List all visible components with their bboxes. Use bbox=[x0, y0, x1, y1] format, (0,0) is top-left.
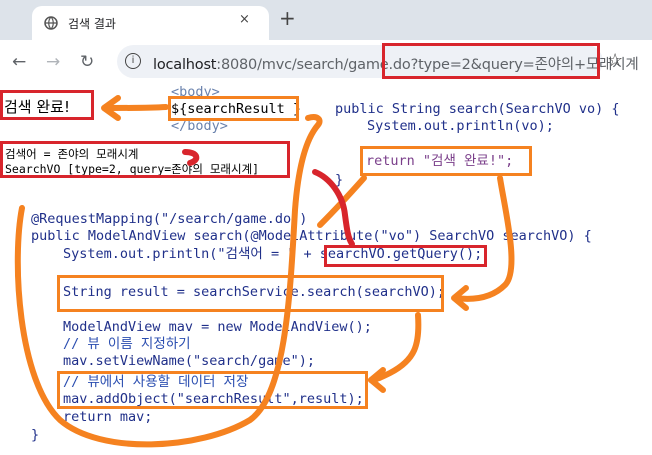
annotation-arrows bbox=[14, 95, 515, 448]
